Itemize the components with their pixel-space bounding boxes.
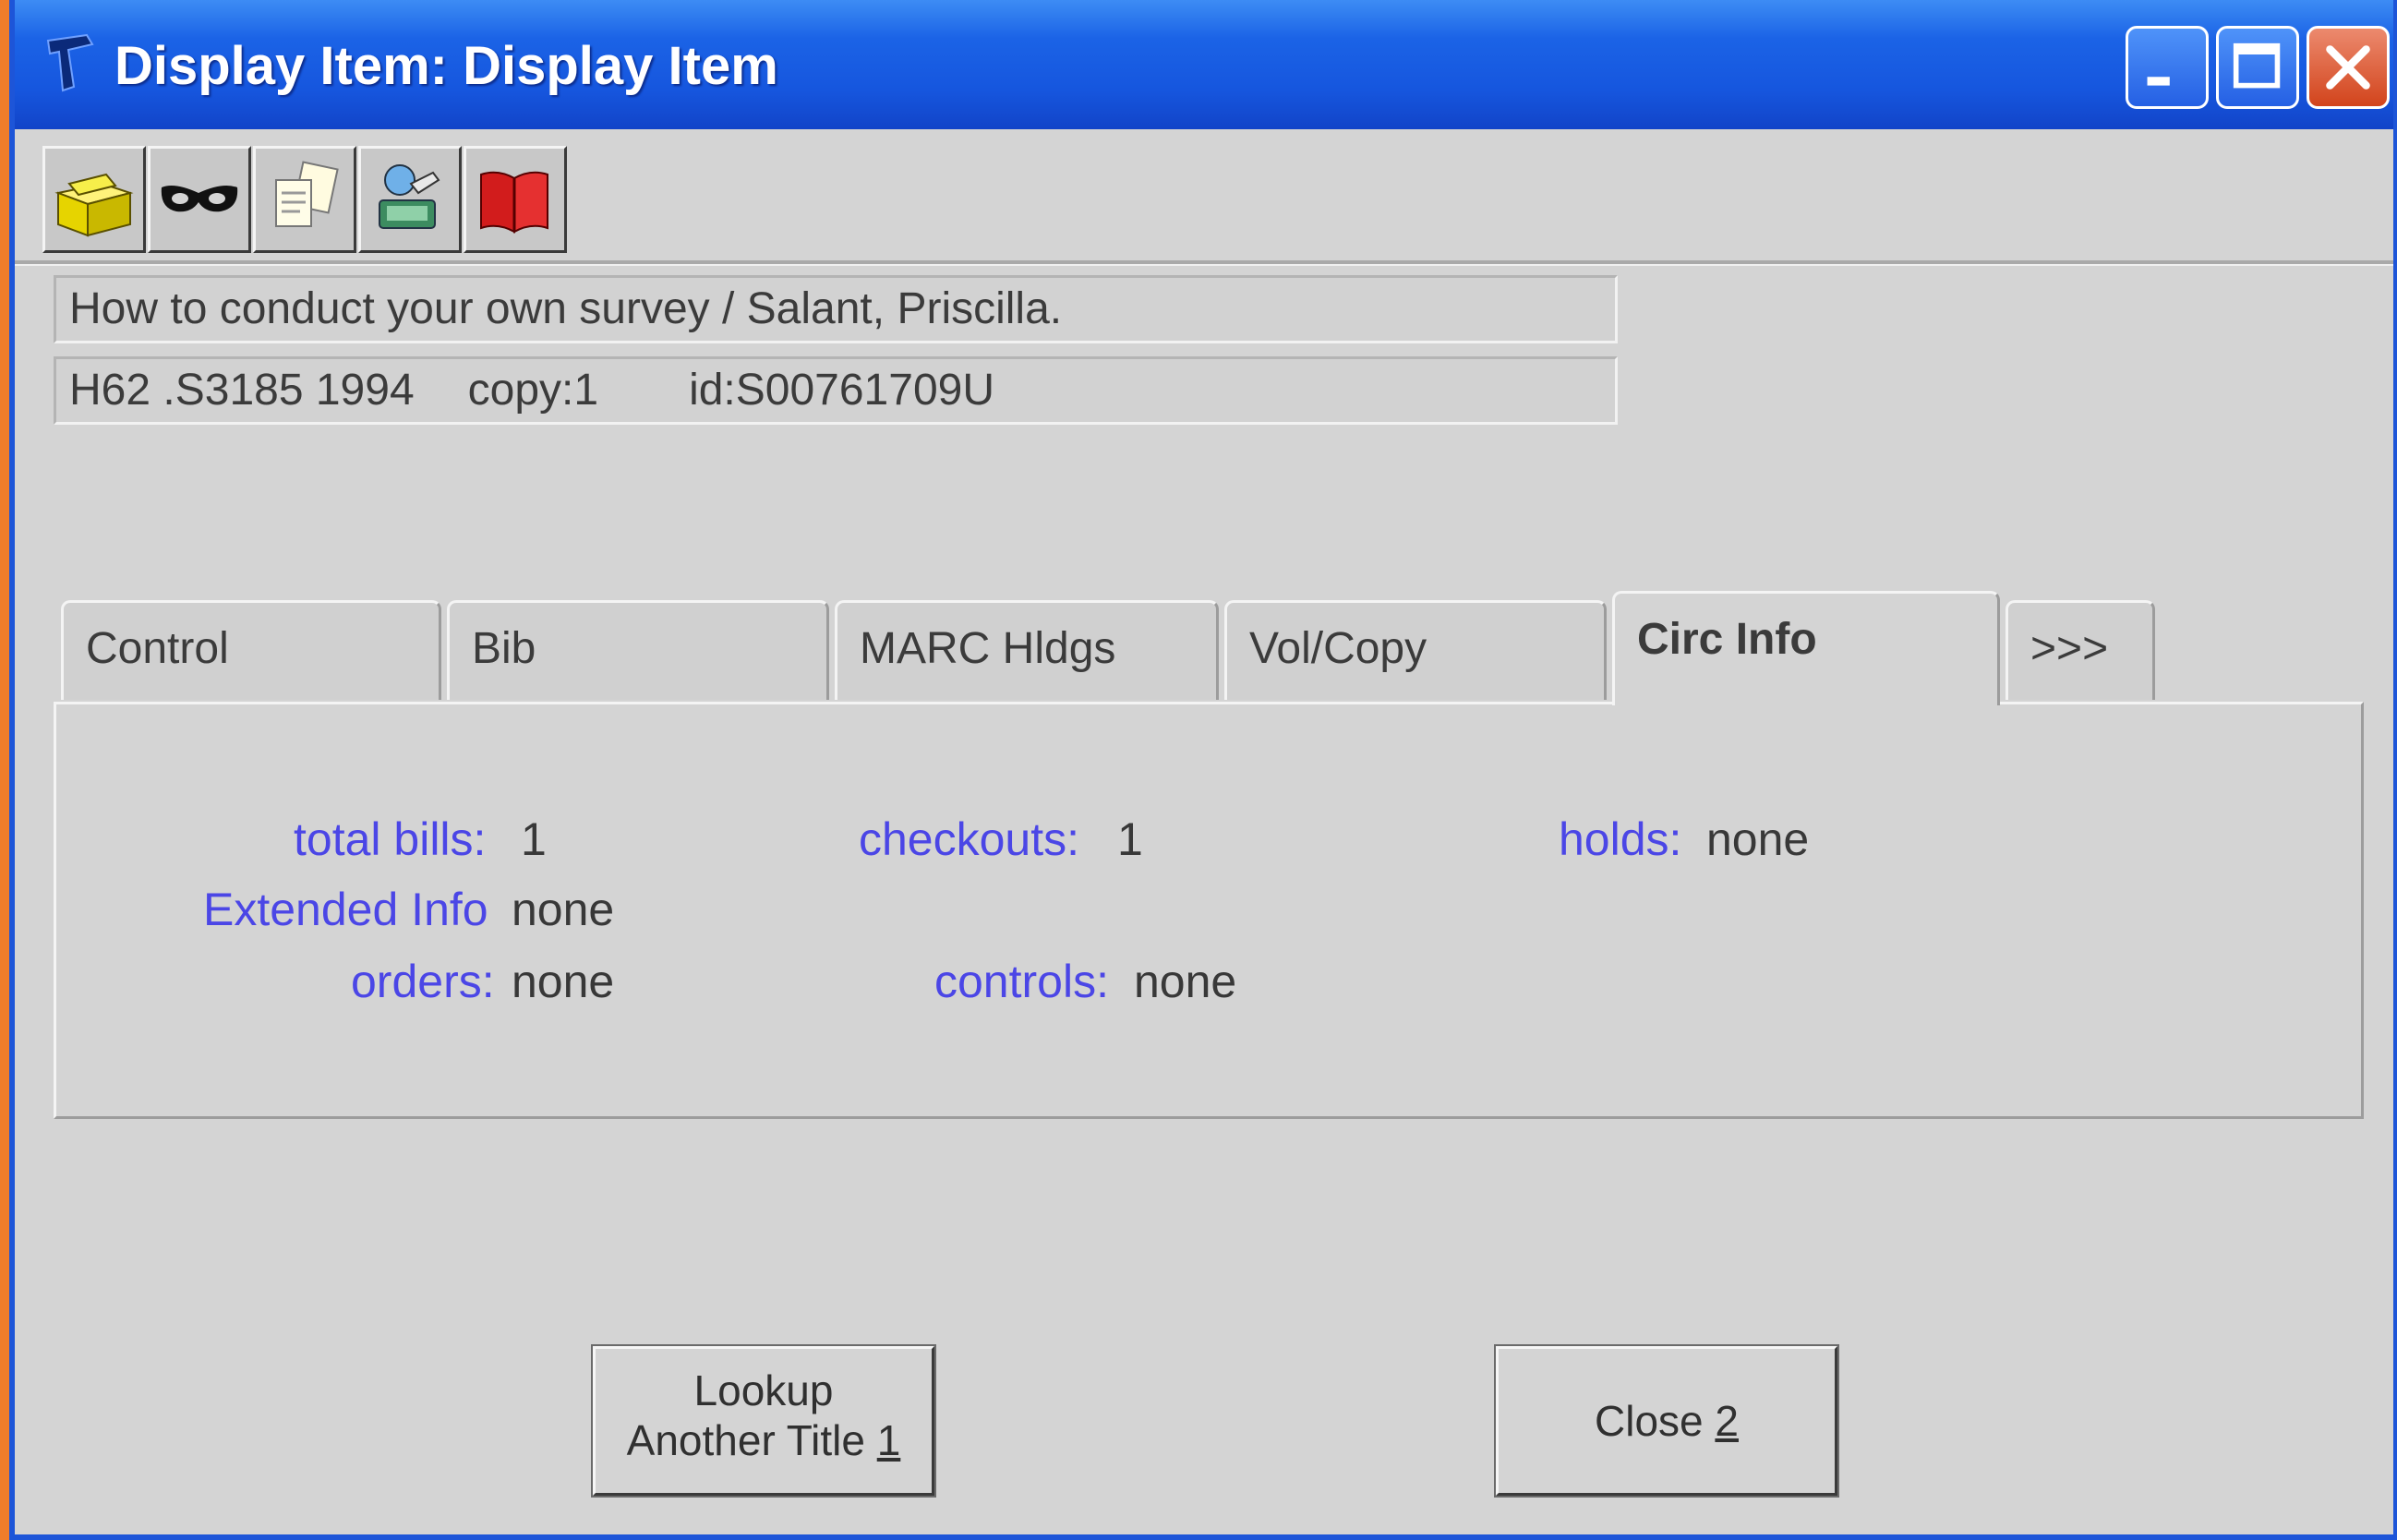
total-bills-label: total bills: [294,813,487,865]
close-icon [2326,45,2370,90]
display-item-window: Display Item: Display Item How to conduc… [9,0,2397,1540]
holds-label: holds: [1559,813,1682,865]
close-button[interactable]: Close 2 [1494,1344,1839,1498]
lookup-another-title-button[interactable]: Lookup Another Title 1 [591,1344,936,1498]
extended-info-value: none [512,884,615,935]
controls-label: controls: [934,956,1109,1007]
tab-control[interactable]: Control [61,600,441,700]
tab-circ-info[interactable]: Circ Info [1612,591,2000,705]
lookup-button-line1: Lookup [693,1366,834,1414]
copy-number: copy:1 [467,366,599,415]
tool-open-box[interactable] [42,146,146,253]
title-bar[interactable]: Display Item: Display Item [15,0,2393,129]
mask-icon [161,186,238,212]
maximize-icon [2233,42,2281,89]
toolbar [42,146,569,253]
tab-vol-copy[interactable]: Vol/Copy [1224,600,1607,700]
minimize-button[interactable] [2126,26,2209,109]
orders-label: orders: [351,956,495,1007]
close-window-button[interactable] [2307,26,2390,109]
holds-value: none [1706,813,1810,865]
total-bills-value: 1 [521,813,547,865]
tool-mask[interactable] [148,146,251,253]
checkouts-value: 1 [1117,813,1143,865]
close-shortcut-key: 2 [1715,1397,1739,1445]
item-id: id:S00761709U [689,366,994,415]
window-title: Display Item: Display Item [114,36,778,96]
checkouts-label: checkouts: [859,813,1080,865]
extended-info-label: Extended Info [203,884,488,935]
tool-book[interactable] [464,146,567,253]
tab-bib[interactable]: Bib [447,600,829,700]
lookup-button-line2: Another Title [626,1416,865,1464]
lookup-shortcut-key: 1 [876,1416,901,1464]
item-title-field: How to conduct your own survey / Salant,… [54,275,1618,343]
minimize-icon [2147,77,2170,86]
toolbar-separator [15,260,2393,266]
yellow-box-icon [54,173,134,237]
tab-more[interactable]: >>> [2006,600,2155,700]
app-icon[interactable] [41,31,100,96]
close-button-label: Close [1595,1397,1704,1445]
documents-icon [275,161,339,227]
maximize-button[interactable] [2216,26,2299,109]
orders-value: none [512,956,615,1007]
tool-documents[interactable] [253,146,356,253]
tab-marc-hldgs[interactable]: MARC Hldgs [835,600,1219,700]
red-book-icon [480,171,548,234]
computer-hand-icon [379,164,440,229]
item-call-number-field: H62 .S3185 1994 copy:1 id:S00761709U [54,356,1618,425]
controls-value: none [1134,956,1237,1007]
call-number: H62 .S3185 1994 [69,366,415,415]
tool-computer[interactable] [358,146,462,253]
